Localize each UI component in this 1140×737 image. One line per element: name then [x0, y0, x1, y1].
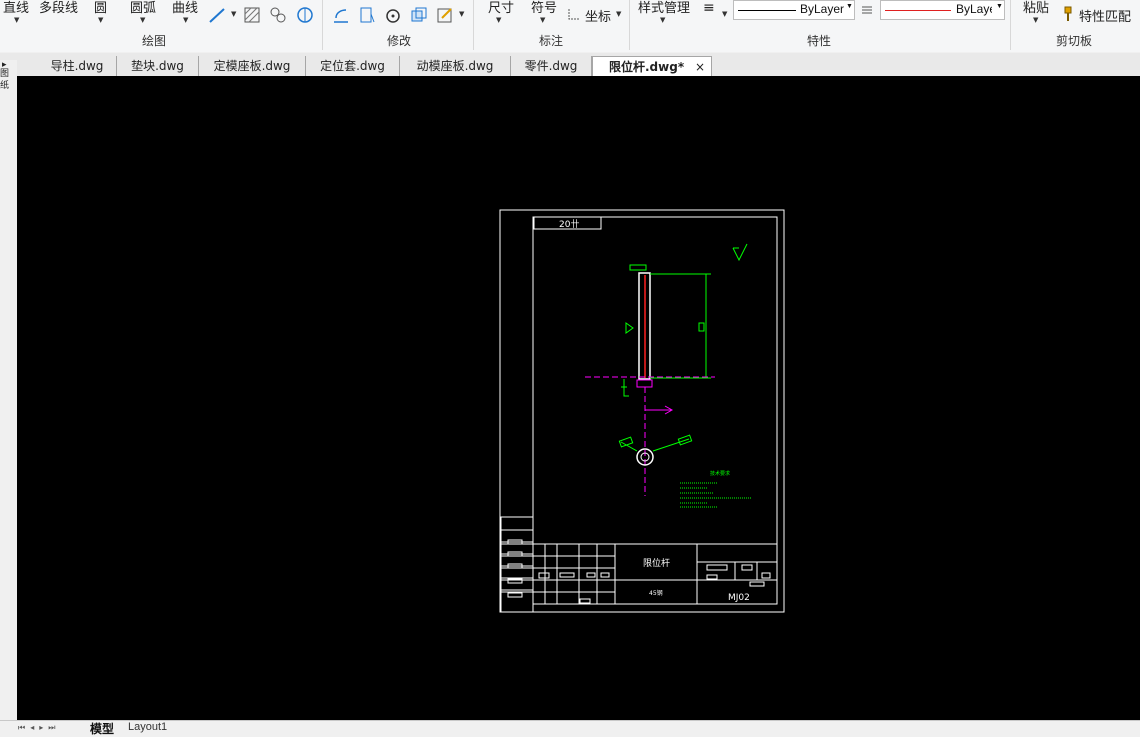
curve-button[interactable]: 曲线 [172, 0, 198, 16]
tab-parts[interactable]: 零件.dwg [511, 56, 592, 76]
close-icon[interactable]: × [695, 57, 705, 77]
hatch-icon[interactable] [243, 6, 261, 24]
tab-limit-rod[interactable]: 限位杆.dwg* × [592, 56, 712, 77]
leader-line [652, 438, 690, 452]
rotate-icon[interactable] [384, 6, 402, 24]
dimension-button[interactable]: 尺寸 [488, 0, 514, 16]
header-text: 20卄 [559, 219, 579, 230]
symbol-button[interactable]: 符号 [531, 0, 557, 16]
coordinate-icon[interactable] [567, 7, 581, 21]
chevron-down-icon[interactable]: ▼ [1033, 16, 1038, 24]
style-manager-button[interactable]: 样式管理 [638, 0, 690, 16]
tech-notes-text [680, 482, 752, 508]
small-dimension [621, 379, 629, 397]
paste-button[interactable]: 粘贴 [1023, 0, 1049, 16]
tab-spacer-block[interactable]: 垫块.dwg [117, 56, 199, 76]
match-properties-button[interactable]: 特性匹配 [1079, 6, 1131, 25]
tab-model[interactable]: 模型 [90, 720, 114, 737]
roughness-symbol [625, 322, 634, 334]
offset-icon[interactable] [332, 6, 350, 24]
chevron-down-icon[interactable]: ▼ [540, 16, 545, 24]
drawing-canvas[interactable]: 20卄 技术要求 限位杆 45钢 MJ02 [17, 76, 1140, 720]
group-divider [1010, 0, 1011, 50]
document-tab-bar: 导柱.dwg 垫块.dwg 定模座板.dwg 定位套.dwg 动模座板.dwg … [0, 53, 1140, 77]
chevron-down-icon[interactable]: ▼ [616, 10, 621, 18]
polyline-button[interactable]: 多段线 [39, 0, 78, 16]
line-tool-icon[interactable] [208, 6, 226, 24]
drawing-number: MJ02 [728, 593, 750, 603]
roughness-symbol [732, 243, 748, 262]
chevron-down-icon: ▼ [846, 3, 853, 10]
ribbon: 直线 多段线 圆 圆弧 曲线 ▼ ▼ ▼ ▼ ▼ 绘图 ▼ 修改 尺寸 符号 ▼… [0, 0, 1140, 52]
chevron-down-icon[interactable]: ▼ [14, 16, 19, 24]
clipboard-group-label: 剪切板 [1056, 34, 1093, 48]
tab-guide-pillar[interactable]: 导柱.dwg [38, 56, 117, 76]
dimension-value [698, 322, 705, 332]
tab-label: 垫块.dwg [131, 59, 184, 73]
edit-icon[interactable] [436, 6, 454, 24]
mirror-icon[interactable] [358, 6, 376, 24]
linetype-combo[interactable]: ByLayer ▼ [733, 0, 855, 20]
group-divider [473, 0, 474, 50]
tab-label: 导柱.dwg [50, 59, 104, 73]
match-properties-icon[interactable] [1062, 6, 1076, 22]
drawing-sheet: 20卄 技术要求 限位杆 45钢 MJ02 [499, 209, 785, 613]
tab-label: 限位杆.dwg* [609, 60, 685, 74]
color-preview [885, 10, 951, 11]
linetype-value: ByLayer [800, 2, 845, 16]
top-annotation [629, 264, 647, 271]
tab-moving-mold-plate[interactable]: 动模座板.dwg [400, 56, 511, 76]
color-value: ByLaye [956, 2, 992, 16]
chevron-down-icon[interactable]: ▼ [722, 10, 727, 18]
left-side-table [500, 516, 534, 613]
tab-layout1[interactable]: Layout1 [128, 721, 167, 733]
layout-nav-arrows[interactable]: ⏮◂▸⏭ [18, 723, 60, 733]
chevron-down-icon[interactable]: ▼ [140, 16, 145, 24]
chevron-down-icon[interactable]: ▼ [231, 10, 236, 18]
tab-label: 动模座板.dwg [416, 59, 494, 73]
copy-icon[interactable] [410, 6, 428, 24]
arc-button[interactable]: 圆弧 [130, 0, 156, 16]
layer-icon[interactable] [860, 3, 874, 17]
left-panel-strip: ▸ 图 纸 [0, 60, 17, 720]
tech-notes-title: 技术要求 [710, 470, 730, 477]
chevron-down-icon: ▼ [996, 3, 1003, 10]
draw-group-label: 绘图 [142, 34, 167, 48]
chevron-down-icon[interactable]: ▼ [98, 16, 103, 24]
tab-locating-sleeve[interactable]: 定位套.dwg [306, 56, 400, 76]
boundary-icon[interactable] [296, 6, 314, 24]
line-button[interactable]: 直线 [3, 0, 29, 16]
group-divider [322, 0, 323, 50]
chevron-down-icon[interactable]: ▼ [183, 16, 188, 24]
circle-button[interactable]: 圆 [94, 0, 107, 16]
tab-label: 定位套.dwg [320, 59, 385, 73]
color-combo[interactable]: ByLaye ▼ [880, 0, 1005, 20]
lineweight-icon[interactable]: ≡ [703, 0, 715, 16]
rod-head [636, 379, 653, 388]
layout-tab-bar: ⏮◂▸⏭ 模型 Layout1 [0, 720, 1140, 736]
part-name: 限位杆 [643, 557, 670, 569]
properties-group-label: 特性 [807, 34, 832, 48]
group-divider [629, 0, 630, 50]
material-text: 45钢 [649, 589, 663, 597]
chevron-down-icon[interactable]: ▼ [459, 10, 464, 18]
tab-label: 零件.dwg [524, 59, 578, 73]
region-icon[interactable] [269, 6, 287, 24]
linetype-preview [738, 10, 796, 11]
chevron-down-icon[interactable]: ▼ [496, 16, 501, 24]
tab-label: 定模座板.dwg [213, 59, 291, 73]
left-strip-label[interactable]: 图 纸 [0, 68, 14, 92]
coordinate-button[interactable]: 坐标 [585, 6, 611, 25]
annotate-group-label: 标注 [539, 34, 564, 48]
chevron-down-icon[interactable]: ▼ [660, 16, 665, 24]
modify-group-label: 修改 [387, 34, 412, 48]
tab-fixed-mold-plate[interactable]: 定模座板.dwg [199, 56, 306, 76]
